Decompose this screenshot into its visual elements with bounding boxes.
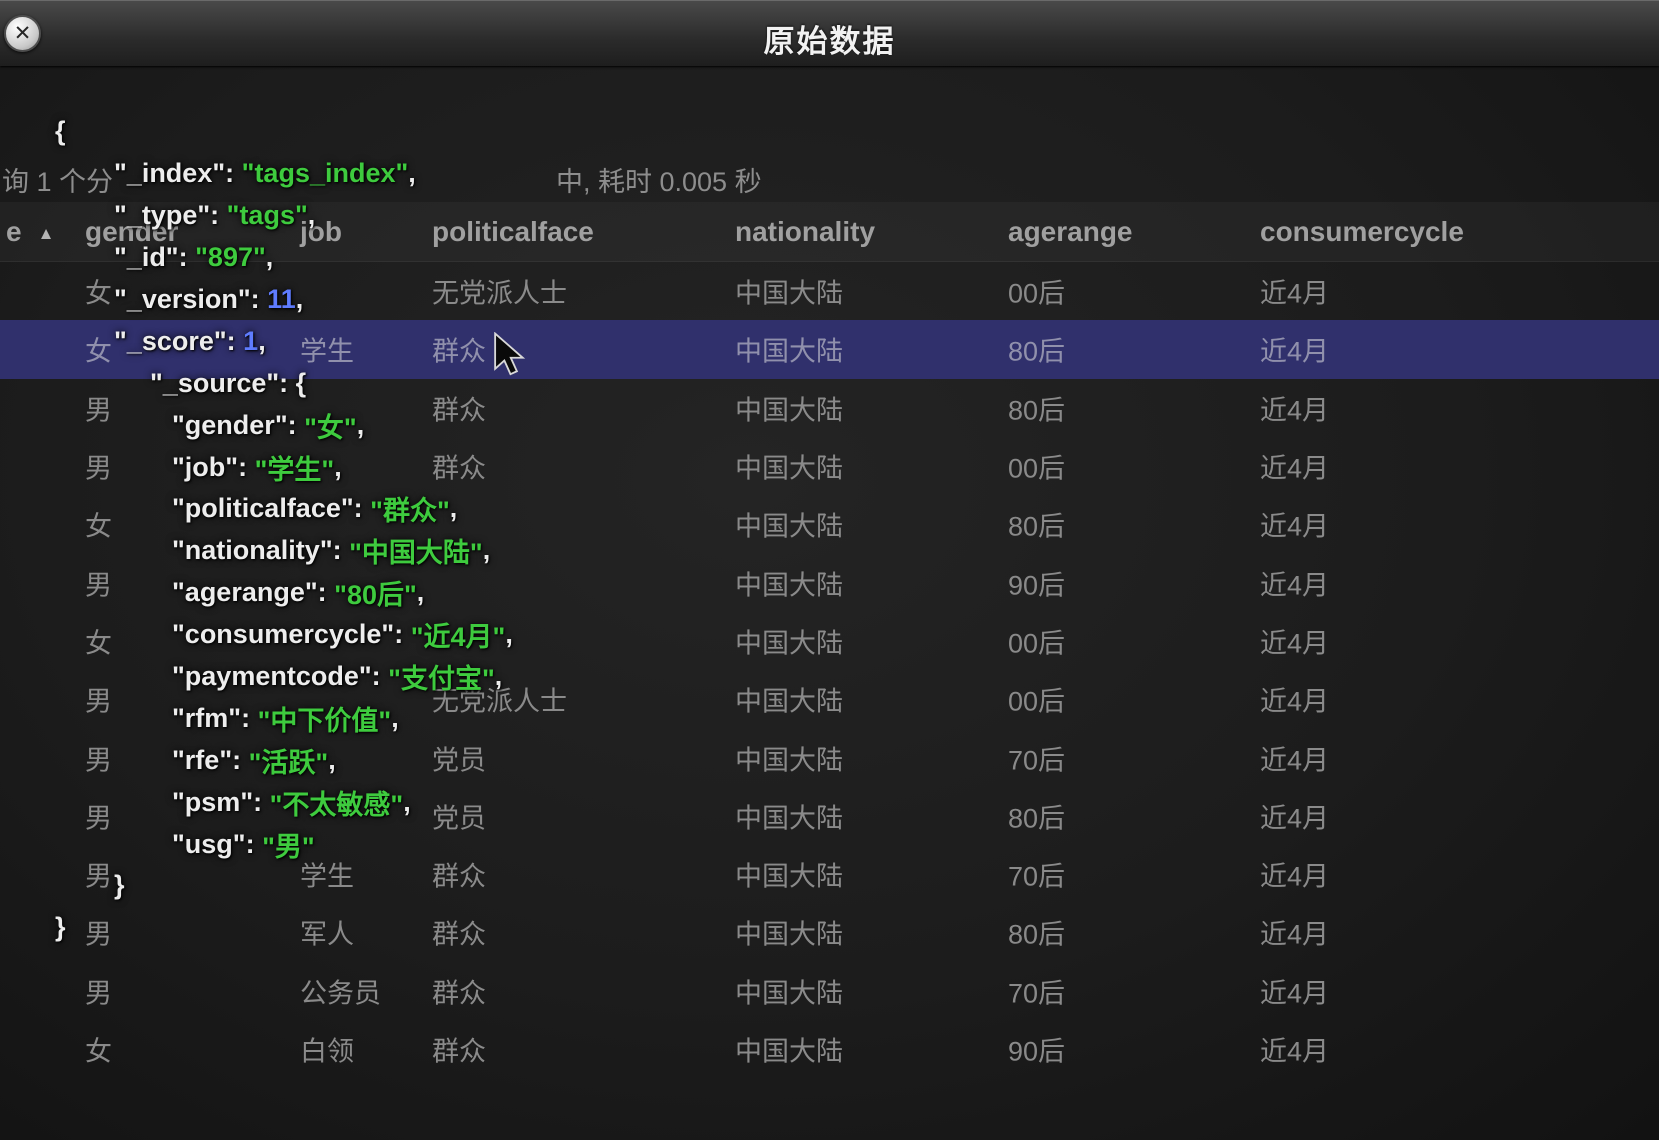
json-line: } bbox=[114, 870, 125, 901]
json-line: "nationality": "中国大陆", bbox=[172, 535, 491, 569]
json-line: { bbox=[55, 116, 66, 147]
cell-gender: 男 bbox=[85, 978, 112, 1009]
json-line: "agerange": "80后", bbox=[172, 577, 425, 611]
table-row[interactable]: 男 公务员 群众 中国大陆 70后 近4月 bbox=[0, 962, 1659, 1020]
cell-nationality: 中国大陆 bbox=[735, 1036, 843, 1067]
json-line: "psm": "不太敏感", bbox=[172, 786, 411, 820]
cell-consumercycle: 近4月 bbox=[1260, 1036, 1330, 1067]
json-line: "_type": "tags", bbox=[114, 200, 316, 231]
table-row[interactable]: 女 白领 群众 中国大陆 90后 近4月 bbox=[0, 1020, 1659, 1078]
window-titlebar: ✕ 原始数据 bbox=[0, 0, 1659, 66]
cell-gender: 女 bbox=[85, 1036, 112, 1067]
json-line: "_version": 11, bbox=[114, 284, 304, 314]
cell-job: 公务员 bbox=[300, 978, 381, 1009]
json-line: "consumercycle": "近4月", bbox=[172, 619, 513, 653]
json-line: "rfm": "中下价值", bbox=[172, 702, 399, 736]
json-line: "usg": "男" bbox=[172, 828, 315, 862]
json-line: "_score": 1, bbox=[114, 325, 266, 356]
json-line: "_index": "tags_index", bbox=[114, 158, 416, 189]
json-line: "paymentcode": "支付宝", bbox=[172, 661, 503, 695]
json-line: "gender": "女", bbox=[172, 409, 365, 443]
cell-politicalface: 群众 bbox=[432, 1036, 486, 1067]
window-content: 询 1 个分 中, 耗时 0.005 秒 e ▲ gender job politic… bbox=[0, 0, 1659, 1140]
json-line: "_id": "897", bbox=[114, 242, 274, 273]
cell-consumercycle: 近4月 bbox=[1260, 978, 1330, 1009]
json-document: { "_index": "tags_index", "_type": "tags",… bbox=[0, 111, 1659, 949]
raw-data-window: ✕ 原始数据 询 1 个分 中, 耗时 0.005 秒 e ▲ gender job… bbox=[0, 0, 1659, 1140]
json-line: } bbox=[55, 912, 66, 943]
window-title: 原始数据 bbox=[763, 24, 896, 59]
cell-agerange: 90后 bbox=[1008, 1036, 1066, 1067]
json-line: "politicalface": "群众", bbox=[172, 493, 458, 527]
cell-nationality: 中国大陆 bbox=[735, 978, 843, 1009]
mouse-cursor bbox=[494, 332, 526, 376]
json-line: "_source": { bbox=[150, 367, 307, 398]
cell-job: 白领 bbox=[300, 1036, 354, 1067]
json-line: "job": "学生", bbox=[172, 451, 342, 485]
cell-agerange: 70后 bbox=[1008, 978, 1066, 1009]
cell-politicalface: 群众 bbox=[432, 978, 486, 1009]
json-line: "rfe": "活跃", bbox=[172, 744, 336, 778]
